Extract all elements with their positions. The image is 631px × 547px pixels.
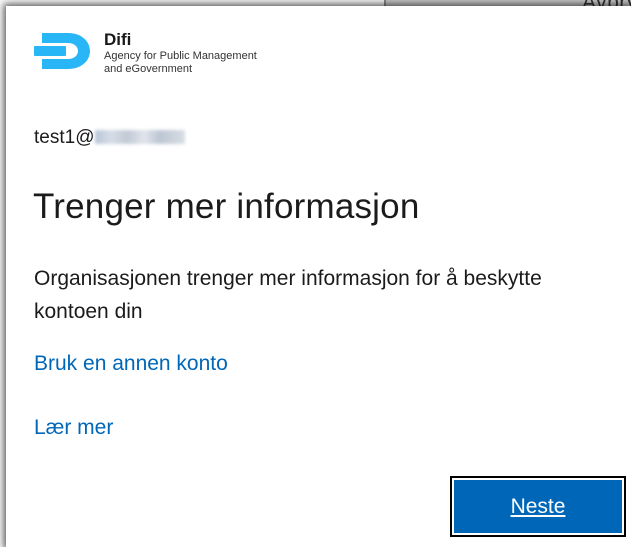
account-email-prefix: test1@ <box>34 127 95 148</box>
page-description: Organisasjonen trenger mer informasjon f… <box>34 267 542 323</box>
use-other-account-link[interactable]: Bruk en annen konto <box>34 352 228 376</box>
redacted-domain <box>95 130 186 144</box>
difi-logo-mark-icon <box>34 33 90 69</box>
page-title: Trenger mer informasjon <box>33 187 420 226</box>
next-button[interactable]: Neste <box>450 476 626 537</box>
difi-logo: Difi Agency for Public Management and eG… <box>34 27 334 97</box>
account-identifier: test1@ <box>34 127 186 149</box>
screen: Avbryt Difi Agency for Public Management… <box>0 0 631 547</box>
signin-dialog: Difi Agency for Public Management and eG… <box>6 6 631 547</box>
logo-subtitle-line1: Agency for Public Management <box>104 50 257 62</box>
logo-title: Difi <box>104 30 132 49</box>
learn-more-link[interactable]: Lær mer <box>34 416 113 440</box>
logo-subtitle-line2: and eGovernment <box>104 63 193 75</box>
